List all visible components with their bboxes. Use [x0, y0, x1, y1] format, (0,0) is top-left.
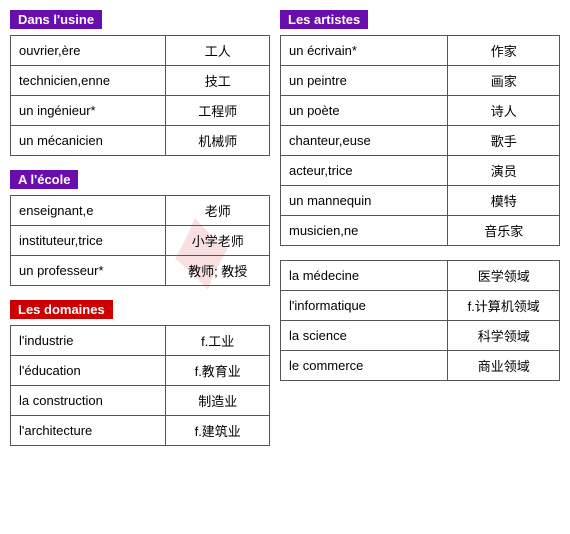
a-ecole-table: enseignant,e老师instituteur,trice小学老师un pr… [10, 195, 270, 286]
dans-usine-title: Dans l'usine [10, 10, 102, 29]
table-row: acteur,trice演员 [281, 156, 560, 186]
table-row: l'informatiquef.计算机领域 [281, 291, 560, 321]
a-ecole-title: A l'école [10, 170, 78, 189]
table-row: l'architecturef.建筑业 [11, 416, 270, 446]
table-row: enseignant,e老师 [11, 196, 270, 226]
table-row: un peintre画家 [281, 66, 560, 96]
les-domaines-title: Les domaines [10, 300, 113, 319]
table-row: la construction制造业 [11, 386, 270, 416]
les-domaines-section: Les domaines l'industrief.工业l'éducationf… [10, 300, 270, 446]
les-artistes-title: Les artistes [280, 10, 368, 29]
a-ecole-section: A l'école enseignant,e老师instituteur,tric… [10, 170, 270, 286]
table-row: instituteur,trice小学老师 [11, 226, 270, 256]
table-row: le commerce商业领域 [281, 351, 560, 381]
les-artistes-table: un écrivain*作家un peintre画家un poète诗人chan… [280, 35, 560, 246]
table-row: ouvrier,ère工人 [11, 36, 270, 66]
table-row: un poète诗人 [281, 96, 560, 126]
table-row: l'éducationf.教育业 [11, 356, 270, 386]
table-row: un mannequin模特 [281, 186, 560, 216]
table-row: la science科学领域 [281, 321, 560, 351]
table-row: l'industrief.工业 [11, 326, 270, 356]
table-row: musicien,ne音乐家 [281, 216, 560, 246]
table-row: chanteur,euse歌手 [281, 126, 560, 156]
table-row: un ingénieur*工程师 [11, 96, 270, 126]
table-row: technicien,enne技工 [11, 66, 270, 96]
table-row: un mécanicien机械师 [11, 126, 270, 156]
domaines-right-table: la médecine医学领域l'informatiquef.计算机领域la s… [280, 260, 560, 381]
les-domaines-table: l'industrief.工业l'éducationf.教育业la constr… [10, 325, 270, 446]
left-column: Dans l'usine ouvrier,ère工人technicien,enn… [10, 10, 270, 460]
right-column: Les artistes un écrivain*作家un peintre画家u… [280, 10, 560, 460]
les-artistes-section: Les artistes un écrivain*作家un peintre画家u… [280, 10, 560, 246]
table-row: la médecine医学领域 [281, 261, 560, 291]
dans-usine-section: Dans l'usine ouvrier,ère工人technicien,enn… [10, 10, 270, 156]
table-row: un écrivain*作家 [281, 36, 560, 66]
dans-usine-table: ouvrier,ère工人technicien,enne技工un ingénie… [10, 35, 270, 156]
table-row: un professeur*教师; 教授 [11, 256, 270, 286]
